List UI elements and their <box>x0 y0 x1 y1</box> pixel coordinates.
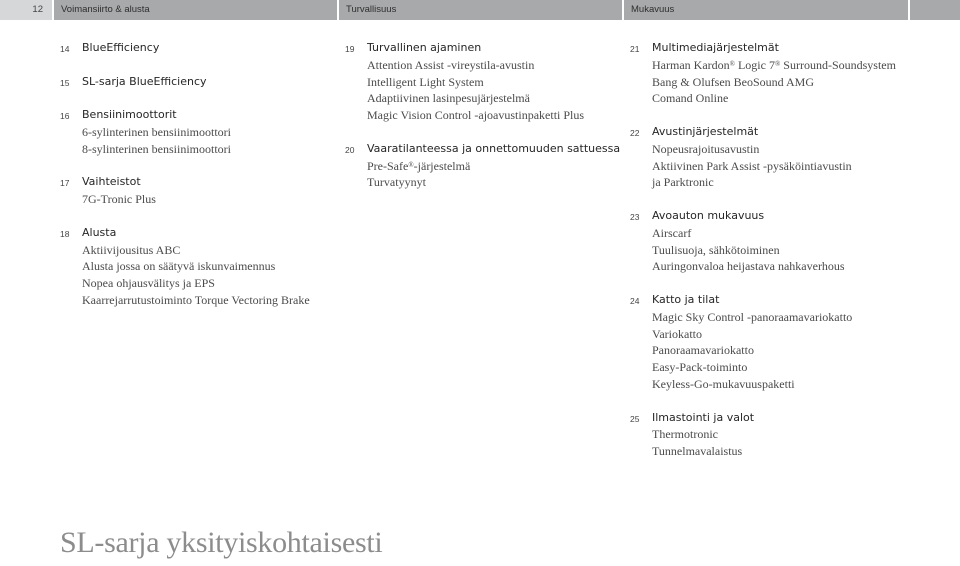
toc-heading[interactable]: Avustinjärjestelmät <box>652 124 930 141</box>
toc-section: 18 Alusta Aktiivijousitus ABC Alusta jossa … <box>60 225 330 309</box>
toc-section: 21 Multimediajärjestelmät Harman Kardon® L… <box>630 40 930 107</box>
toc-page-number: 25 <box>630 413 640 424</box>
toc-item[interactable]: Nopea ohjausvälitys ja EPS <box>82 275 330 292</box>
toc-item[interactable]: Magic Sky Control -panoraamavariokatto <box>652 309 930 326</box>
toc-item[interactable]: Bang & Olufsen BeoSound AMG <box>652 74 930 91</box>
toc-heading[interactable]: Turvallinen ajaminen <box>367 40 620 57</box>
toc-item[interactable]: Turvatyynyt <box>367 174 620 191</box>
toc-item[interactable]: 6-sylinterinen bensiinimoottori <box>82 124 330 141</box>
toc-page-number: 19 <box>345 44 355 54</box>
toc-item[interactable]: Comand Online <box>652 90 930 107</box>
toc-item[interactable]: Adaptiivinen lasinpesujärjestelmä <box>367 90 620 107</box>
toc-item[interactable]: Magic Vision Control -ajoavustinpaketti … <box>367 107 620 124</box>
page-title: SL-sarja yksityiskohtaisesti <box>60 526 383 559</box>
toc-section: 14 BlueEfficiency <box>60 40 330 57</box>
toc-item[interactable]: Thermotronic <box>652 426 930 443</box>
header-section-safety[interactable]: Turvallisuus <box>339 0 622 20</box>
toc-page-number: 22 <box>630 127 640 138</box>
toc-section: 24 Katto ja tilat Magic Sky Control -panor… <box>630 292 930 393</box>
toc-item[interactable]: Tunnelmavalaistus <box>652 443 930 460</box>
toc-heading[interactable]: BlueEfficiency <box>82 40 330 57</box>
toc-section: 19 Turvallinen ajaminen Attention Assist -… <box>345 40 620 124</box>
toc-column-3: 21 Multimediajärjestelmät Harman Kardon® L… <box>630 40 930 477</box>
toc-item[interactable]: Keyless-Go-mukavuuspaketti <box>652 376 930 393</box>
toc-item[interactable]: Aktiivijousitus ABC <box>82 242 330 259</box>
toc-page-number: 14 <box>60 44 70 54</box>
toc-heading[interactable]: Vaaratilanteessa ja onnettomuuden sattue… <box>367 141 620 158</box>
toc-heading[interactable]: SL-sarja BlueEfficiency <box>82 74 330 91</box>
toc-item[interactable]: Airscarf <box>652 225 930 242</box>
toc-section: 16 Bensiinimoottorit 6-sylinterinen bensii… <box>60 107 330 157</box>
toc-heading[interactable]: Alusta <box>82 225 330 242</box>
header-section-comfort[interactable]: Mukavuus <box>624 0 908 20</box>
toc-item[interactable]: 7G-Tronic Plus <box>82 191 330 208</box>
toc-heading[interactable]: Avoauton mukavuus <box>652 208 930 225</box>
toc-page-number: 23 <box>630 211 640 222</box>
toc-heading[interactable]: Multimediajärjestelmät <box>652 40 930 57</box>
toc-item[interactable]: Auringonvaloa heijastava nahkaverhous <box>652 258 930 275</box>
header-section-powertrain[interactable]: Voimansiirto & alusta <box>54 0 337 20</box>
toc-page-number: 16 <box>60 111 70 122</box>
toc-section: 15 SL-sarja BlueEfficiency <box>60 74 330 91</box>
header-section-blank <box>910 0 960 20</box>
toc-section: 22 Avustinjärjestelmät Nopeusrajoitusavust… <box>630 124 930 191</box>
toc-item[interactable]: Kaarrejarrutustoiminto Torque Vectoring … <box>82 292 330 309</box>
toc-page-number: 17 <box>60 178 70 189</box>
toc-item[interactable]: Tuulisuoja, sähkötoiminen <box>652 242 930 259</box>
section-header-bar: 12 Voimansiirto & alusta Turvallisuus Mu… <box>0 0 960 20</box>
toc-item[interactable]: Easy-Pack-toiminto <box>652 359 930 376</box>
toc-section: 25 Ilmastointi ja valot Thermotronic Tunnel… <box>630 410 930 460</box>
toc-item[interactable]: ja Parktronic <box>652 174 930 191</box>
toc-item[interactable]: Attention Assist -vireystila-avustin <box>367 57 620 74</box>
toc-heading[interactable]: Bensiinimoottorit <box>82 107 330 124</box>
toc-page-number: 18 <box>60 228 70 239</box>
toc-heading[interactable]: Katto ja tilat <box>652 292 930 309</box>
toc-column-2: 19 Turvallinen ajaminen Attention Assist -… <box>345 40 620 208</box>
toc-page-number: 20 <box>345 144 355 155</box>
toc-section: 20 Vaaratilanteessa ja onnettomuuden satt… <box>345 141 620 191</box>
toc-column-1: 14 BlueEfficiency 15 SL-sarja BlueEfficienc… <box>60 40 330 326</box>
toc-item[interactable]: Panoraamavariokatto <box>652 342 930 359</box>
toc-section: 23 Avoauton mukavuus Airscarf Tuulisuoja, s… <box>630 208 930 275</box>
toc-item[interactable]: Intelligent Light System <box>367 74 620 91</box>
toc-item[interactable]: Alusta jossa on säätyvä iskunvaimennus <box>82 258 330 275</box>
toc-item[interactable]: Variokatto <box>652 326 930 343</box>
toc-item[interactable]: Harman Kardon® Logic 7® Surround-Soundsy… <box>652 57 930 74</box>
toc-item[interactable]: Pre-Safe®-järjestelmä <box>367 158 620 175</box>
toc-item[interactable]: 8-sylinterinen bensiinimoottori <box>82 141 330 158</box>
toc-heading[interactable]: Vaihteistot <box>82 174 330 191</box>
toc-page-number: 15 <box>60 77 70 88</box>
toc-page-number: 21 <box>630 44 640 54</box>
toc-page-number: 24 <box>630 295 640 306</box>
toc-item[interactable]: Aktiivinen Park Assist -pysäköintiavusti… <box>652 158 930 175</box>
toc-item[interactable]: Nopeusrajoitusavustin <box>652 141 930 158</box>
toc-section: 17 Vaihteistot 7G-Tronic Plus <box>60 174 330 208</box>
toc-heading[interactable]: Ilmastointi ja valot <box>652 410 930 427</box>
page-number: 12 <box>0 0 52 20</box>
